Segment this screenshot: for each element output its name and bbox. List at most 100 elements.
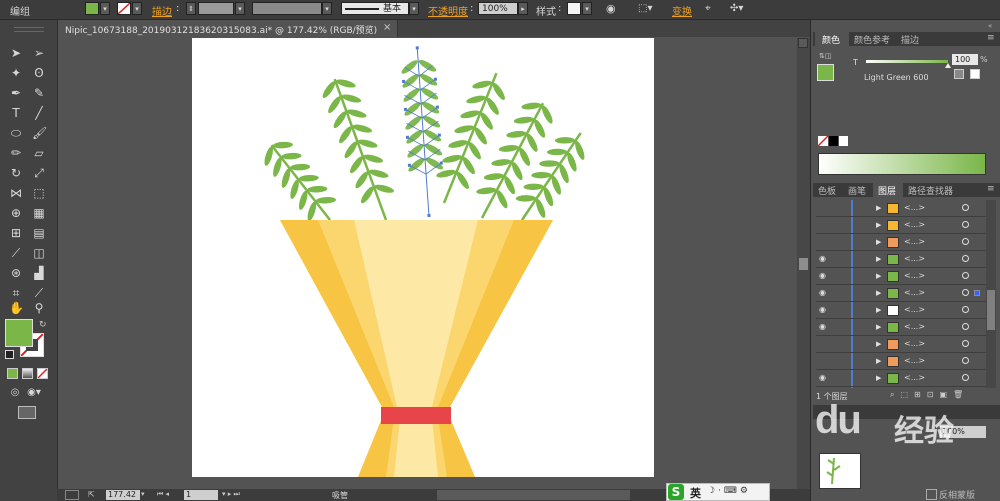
white-swatch[interactable] bbox=[839, 136, 848, 146]
color-mode-icon[interactable] bbox=[7, 368, 18, 379]
close-tab-icon[interactable]: × bbox=[383, 22, 391, 33]
layer-name[interactable]: <...> bbox=[904, 254, 925, 263]
ime-language[interactable]: 英 bbox=[690, 485, 701, 501]
layer-name[interactable]: <...> bbox=[904, 288, 925, 297]
wheat-sprig-1[interactable] bbox=[255, 132, 345, 231]
target-circle-icon[interactable] bbox=[962, 357, 969, 364]
transform-link[interactable]: 变换 bbox=[672, 3, 692, 18]
target-circle-icon[interactable] bbox=[962, 272, 969, 279]
fill-color-box-front[interactable] bbox=[5, 319, 33, 347]
target-circle-icon[interactable] bbox=[962, 221, 969, 228]
visibility-eye-icon[interactable] bbox=[819, 238, 829, 246]
selection-indicator[interactable] bbox=[974, 290, 980, 296]
color-mode-toggle-icon[interactable]: ⇅◫ bbox=[819, 52, 831, 60]
layer-row[interactable]: ◉ ▶ <...> bbox=[816, 286, 986, 302]
stroke-label[interactable]: 描边 bbox=[152, 3, 172, 18]
collapse-panels-icon[interactable]: « bbox=[988, 22, 992, 30]
tab-layers[interactable]: 图层 bbox=[878, 184, 896, 197]
gradient-tool-icon[interactable]: ▤ bbox=[32, 226, 46, 240]
ellipse-tool-icon[interactable]: ⬭ bbox=[9, 126, 23, 140]
layers-footer-icons[interactable]: ⌕⬚⊞⊡▣🗑 bbox=[890, 390, 969, 400]
tab-stroke[interactable]: 描边 bbox=[901, 33, 919, 46]
recolor-icon[interactable]: ◉ bbox=[606, 2, 616, 15]
expand-triangle-icon[interactable]: ▶ bbox=[876, 238, 881, 246]
expand-triangle-icon[interactable]: ▶ bbox=[876, 340, 881, 348]
opacity-label[interactable]: 不透明度 bbox=[428, 3, 468, 18]
rotate-tool-icon[interactable]: ↻ bbox=[9, 166, 23, 180]
curvature-tool-icon[interactable]: ✎ bbox=[32, 86, 46, 100]
eyedropper-tool-icon[interactable]: ⟋ bbox=[9, 246, 23, 260]
expand-triangle-icon[interactable]: ▶ bbox=[876, 204, 881, 212]
isolate-icon[interactable]: ⌖ bbox=[705, 3, 711, 14]
layer-row[interactable]: ▶ <...> bbox=[816, 235, 986, 251]
type-tool-icon[interactable]: T bbox=[9, 106, 23, 120]
visibility-eye-icon[interactable]: ◉ bbox=[819, 289, 829, 297]
draw-mode-icon[interactable]: ◎ bbox=[8, 386, 22, 400]
stroke-swatch[interactable] bbox=[117, 2, 131, 15]
bouquet-wrapper[interactable] bbox=[280, 220, 553, 477]
vertical-scroll-thumb[interactable] bbox=[799, 258, 808, 270]
black-swatch[interactable] bbox=[829, 136, 838, 146]
tab-pathfinder[interactable]: 路径查找器 bbox=[908, 184, 953, 197]
target-circle-icon[interactable] bbox=[962, 374, 969, 381]
layer-name[interactable]: <...> bbox=[904, 220, 925, 229]
opacity-dropdown[interactable]: ▸ bbox=[518, 2, 528, 15]
paintbrush-tool-icon[interactable]: 🖌 bbox=[32, 126, 47, 140]
swap-colors-icon[interactable]: ↻ bbox=[39, 320, 47, 330]
gradient-mode-icon[interactable] bbox=[22, 368, 33, 379]
brush-profile-dropdown[interactable]: ▾ bbox=[409, 2, 419, 15]
zoom-field[interactable]: 177.42 bbox=[106, 490, 140, 500]
magic-wand-tool-icon[interactable]: ✦ bbox=[9, 66, 23, 80]
layer-name[interactable]: <...> bbox=[904, 356, 925, 365]
default-colors-icon[interactable] bbox=[5, 350, 14, 359]
next-page-icon[interactable]: ▾ ▸ ⏭ bbox=[222, 490, 240, 499]
fill-swatch[interactable] bbox=[85, 2, 99, 15]
expand-triangle-icon[interactable]: ▶ bbox=[876, 272, 881, 280]
scale-tool-icon[interactable]: ⤢ bbox=[32, 166, 46, 180]
wheat-sprig-selected[interactable] bbox=[398, 45, 448, 218]
target-circle-icon[interactable] bbox=[962, 306, 969, 313]
gamut-warning-icon[interactable] bbox=[954, 69, 964, 79]
visibility-eye-icon[interactable]: ◉ bbox=[819, 374, 829, 382]
tab-color[interactable]: 颜色 bbox=[822, 33, 840, 46]
none-mode-icon[interactable] bbox=[37, 368, 48, 379]
variable-width-field[interactable] bbox=[252, 2, 322, 15]
layer-name[interactable]: <...> bbox=[904, 322, 925, 331]
artboard-tool-icon[interactable]: ⌗ bbox=[9, 286, 23, 300]
blend-tool-icon[interactable]: ◫ bbox=[32, 246, 46, 260]
layer-row[interactable]: ◉ ▶ <...> bbox=[816, 303, 986, 319]
layer-name[interactable]: <...> bbox=[904, 203, 925, 212]
hand-tool-icon[interactable]: ✋ bbox=[9, 301, 24, 315]
ime-tool-icons[interactable]: ☽·⌨⚙ bbox=[707, 486, 751, 496]
layer-row[interactable]: ◉ ▶ <...> bbox=[816, 269, 986, 285]
visibility-eye-icon[interactable]: ◉ bbox=[819, 306, 829, 314]
page-field[interactable]: 1 bbox=[184, 490, 218, 500]
draw-behind-icon[interactable]: ◉▾ bbox=[27, 386, 41, 400]
layer-row[interactable]: ▶ <...> bbox=[816, 354, 986, 370]
shape-builder-tool-icon[interactable]: ⊕ bbox=[9, 206, 23, 220]
invert-mask-checkbox[interactable] bbox=[926, 489, 937, 500]
layer-name[interactable]: <...> bbox=[904, 305, 925, 314]
visibility-eye-icon[interactable] bbox=[819, 357, 829, 365]
tint-slider-track[interactable] bbox=[866, 60, 948, 63]
pencil-tool-icon[interactable]: ✏ bbox=[9, 146, 23, 160]
artboard-nav-icon[interactable] bbox=[65, 490, 79, 500]
expand-triangle-icon[interactable]: ▶ bbox=[876, 323, 881, 331]
layer-row[interactable]: ▶ <...> bbox=[816, 218, 986, 234]
perspective-grid-tool-icon[interactable]: ▦ bbox=[32, 206, 46, 220]
target-circle-icon[interactable] bbox=[962, 323, 969, 330]
toolbar-grip[interactable] bbox=[14, 27, 44, 32]
visibility-eye-icon[interactable] bbox=[819, 340, 829, 348]
tab-brushes[interactable]: 画笔 bbox=[848, 184, 866, 197]
expand-triangle-icon[interactable]: ▶ bbox=[876, 221, 881, 229]
wheat-sprig-2[interactable] bbox=[316, 72, 404, 226]
export-icon[interactable]: ⇱ bbox=[88, 490, 95, 499]
selection-tool-icon[interactable]: ➤ bbox=[9, 46, 23, 60]
graphic-style-swatch[interactable] bbox=[567, 2, 581, 15]
expand-triangle-icon[interactable]: ▶ bbox=[876, 357, 881, 365]
ime-logo-icon[interactable]: S bbox=[668, 484, 684, 500]
tint-slider-handle[interactable] bbox=[945, 63, 951, 68]
zoom-tool-icon[interactable]: ⚲ bbox=[32, 301, 46, 315]
visibility-eye-icon[interactable]: ◉ bbox=[819, 323, 829, 331]
fill-dropdown[interactable]: ▾ bbox=[100, 2, 110, 15]
